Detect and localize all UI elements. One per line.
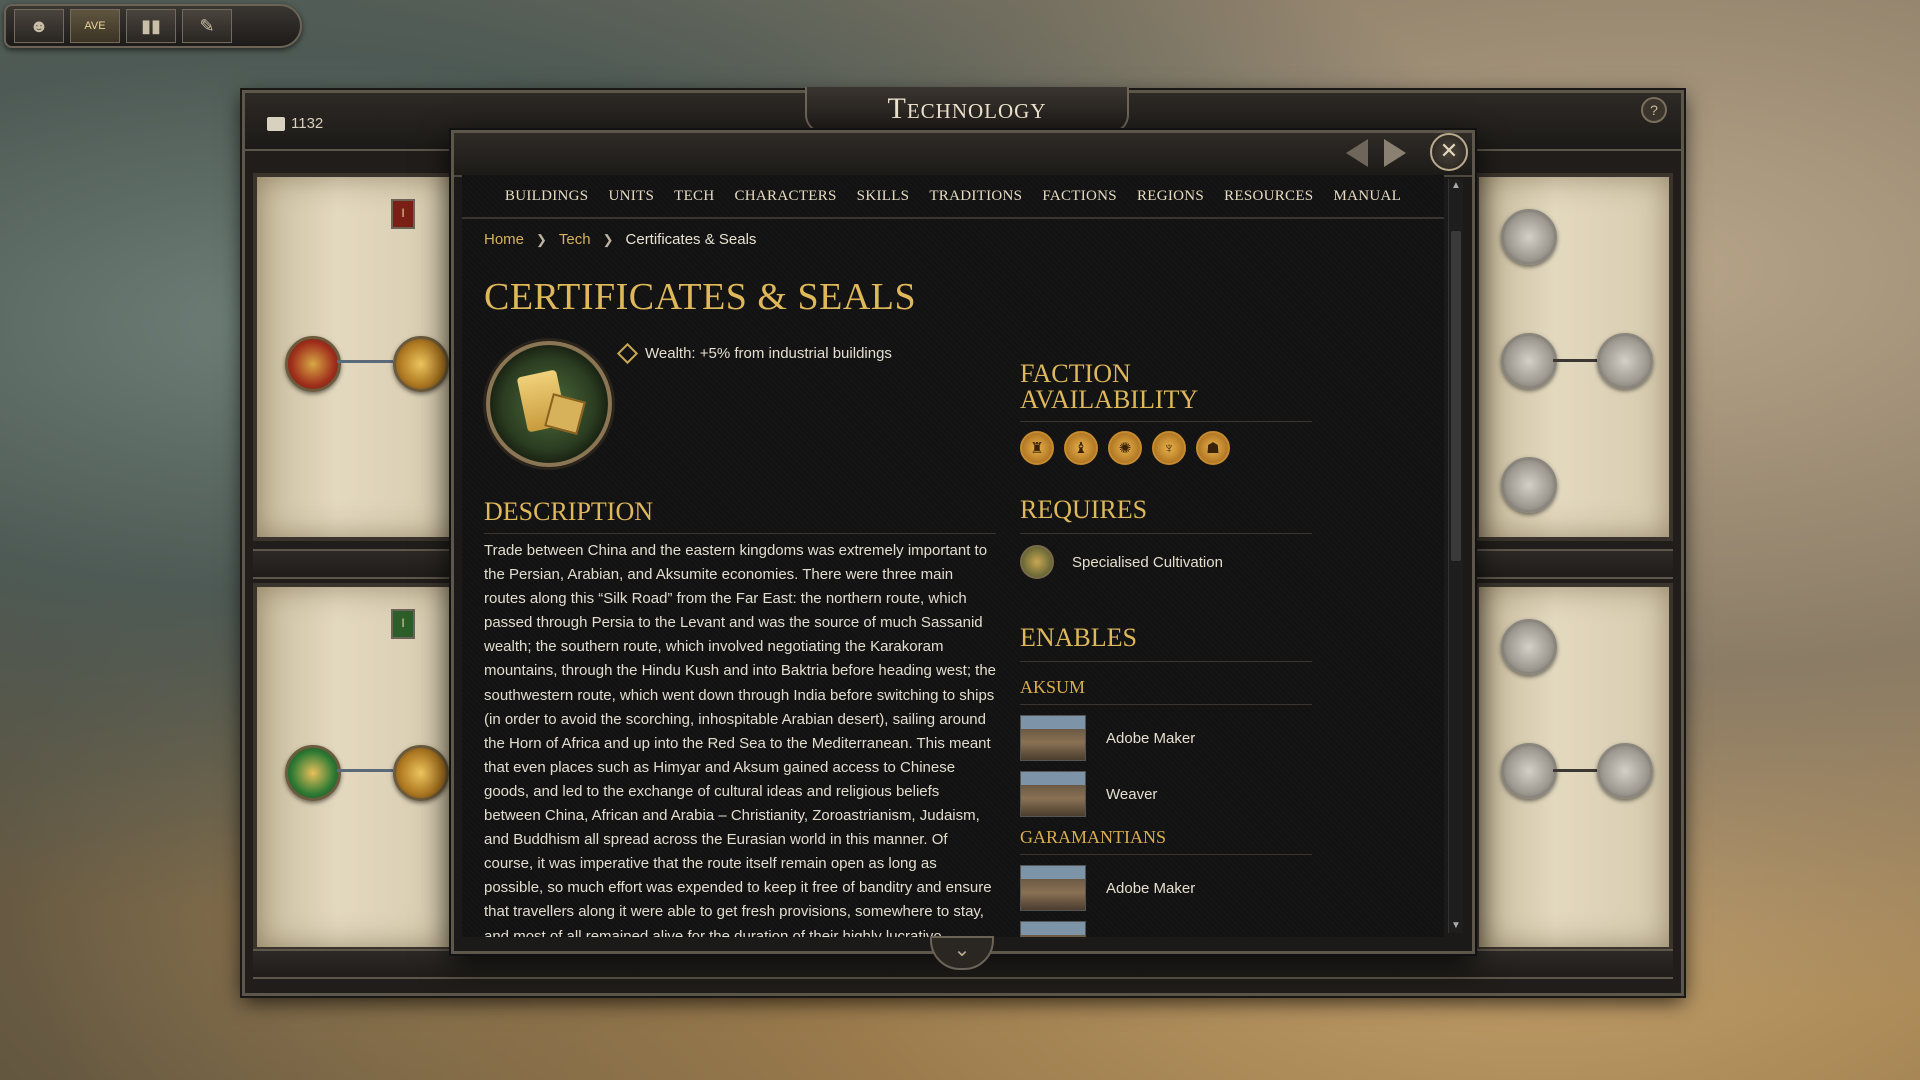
faction-icons: ♜ ♝ ✺ ♆ ☗ — [1020, 431, 1230, 465]
currency-display: 1132 — [267, 115, 323, 132]
tech-node-icon[interactable] — [1501, 209, 1557, 265]
chevron-right-icon: ❯ — [536, 231, 547, 247]
faction-availability-heading: FACTION AVAILABILITY — [1020, 361, 1312, 422]
menu-resources[interactable]: RESOURCES — [1214, 188, 1323, 205]
faction-icon-1[interactable]: ♜ — [1020, 431, 1054, 465]
requires-item[interactable]: Specialised Cultivation — [1020, 545, 1223, 579]
scroll-up-icon[interactable]: ▲ — [1451, 181, 1461, 191]
tech-node-icon[interactable] — [1597, 743, 1653, 799]
menu-manual[interactable]: MANUAL — [1323, 188, 1411, 205]
back-arrow-icon[interactable] — [1346, 139, 1368, 167]
building-label: Adobe Maker — [1106, 729, 1196, 747]
quill-icon[interactable]: ✎ — [182, 9, 232, 43]
scroll-down-icon[interactable]: ▼ — [1451, 921, 1461, 931]
building-thumbnail — [1020, 715, 1086, 761]
tier-marker-green: I — [391, 609, 415, 639]
garamantians-heading: GARAMANTIANS — [1020, 827, 1312, 855]
effect-diamond-icon — [616, 342, 639, 365]
building-item-adobe-maker[interactable]: Adobe Maker — [1020, 865, 1195, 911]
tech-node-icon[interactable] — [285, 336, 341, 392]
encyclopedia-header: ✕ — [454, 133, 1472, 177]
building-thumbnail — [1020, 771, 1086, 817]
tech-node-icon[interactable] — [1597, 333, 1653, 389]
ave-chat-icon[interactable]: AVE — [70, 9, 120, 43]
tech-node-icon[interactable] — [1501, 457, 1557, 513]
menu-factions[interactable]: FACTIONS — [1032, 188, 1127, 205]
tech-node-icon[interactable] — [393, 336, 449, 392]
window-title: Technology — [887, 92, 1047, 125]
specialised-cultivation-icon — [1020, 545, 1054, 579]
effect-text: Wealth: +5% from industrial buildings — [645, 345, 892, 362]
breadcrumb-home[interactable]: Home — [484, 231, 524, 248]
chevron-right-icon: ❯ — [602, 231, 614, 247]
currency-value: 1132 — [291, 115, 324, 132]
building-item-adobe-maker[interactable]: Adobe Maker — [1020, 715, 1195, 761]
menu-characters[interactable]: CHARACTERS — [724, 188, 846, 205]
tech-node-icon[interactable] — [1501, 619, 1557, 675]
currency-icon — [267, 116, 285, 131]
requires-heading: REQUIRES — [1020, 495, 1312, 534]
help-button[interactable]: ? — [1641, 97, 1667, 123]
menu-units[interactable]: UNITS — [598, 188, 664, 205]
faction-icon-4[interactable]: ♆ — [1152, 431, 1186, 465]
tree-connector — [1553, 769, 1597, 772]
window-title-plate: Technology — [805, 87, 1129, 133]
book-icon[interactable]: ▮▮ — [126, 9, 176, 43]
menu-buildings[interactable]: BUILDINGS — [495, 188, 599, 205]
menu-regions[interactable]: REGIONS — [1127, 188, 1214, 205]
description-heading: DESCRIPTION — [484, 497, 996, 534]
menu-tech[interactable]: TECH — [664, 188, 724, 205]
building-item-partial — [1020, 921, 1086, 937]
tech-effect: Wealth: +5% from industrial buildings — [616, 342, 892, 365]
tree-connector — [337, 360, 393, 363]
tech-node-icon[interactable] — [393, 745, 449, 801]
tier-marker-red: I — [391, 199, 415, 229]
building-label: Weaver — [1106, 785, 1158, 803]
tree-connector — [337, 769, 393, 772]
encyclopedia-panel: ✕ BUILDINGS UNITS TECH CHARACTERS SKILLS… — [451, 130, 1475, 954]
aksum-heading: AKSUM — [1020, 677, 1312, 705]
breadcrumb: Home ❯ Tech ❯ Certificates & Seals — [484, 231, 756, 248]
menu-traditions[interactable]: TRADITIONS — [919, 188, 1032, 205]
encyclopedia-menu: BUILDINGS UNITS TECH CHARACTERS SKILLS T… — [462, 175, 1444, 219]
breadcrumb-current: Certificates & Seals — [625, 231, 757, 248]
encyclopedia-content: BUILDINGS UNITS TECH CHARACTERS SKILLS T… — [462, 175, 1444, 937]
tech-node-icon[interactable] — [1501, 333, 1557, 389]
page-title: CERTIFICATES & SEALS — [484, 276, 917, 318]
tech-node-icon[interactable] — [1501, 743, 1557, 799]
requires-label: Specialised Cultivation — [1072, 553, 1223, 571]
seal-icon — [544, 393, 586, 435]
certificates-seals-icon — [486, 341, 612, 467]
faction-icon-5[interactable]: ☗ — [1196, 431, 1230, 465]
building-label: Adobe Maker — [1106, 879, 1196, 897]
scroll-thumb[interactable] — [1451, 231, 1461, 561]
tech-node-icon[interactable] — [285, 745, 341, 801]
forward-arrow-icon[interactable] — [1384, 139, 1406, 167]
portrait-icon[interactable]: ☻ — [14, 9, 64, 43]
building-thumbnail — [1020, 921, 1086, 937]
faction-icon-3[interactable]: ✺ — [1108, 431, 1142, 465]
building-item-weaver[interactable]: Weaver — [1020, 771, 1157, 817]
close-button[interactable]: ✕ — [1430, 133, 1468, 171]
menu-skills[interactable]: SKILLS — [847, 188, 920, 205]
breadcrumb-tech[interactable]: Tech — [559, 231, 591, 248]
scrollbar[interactable]: ▲ ▼ — [1448, 179, 1463, 933]
top-left-hud: ☻ AVE ▮▮ ✎ — [4, 4, 302, 48]
faction-icon-2[interactable]: ♝ — [1064, 431, 1098, 465]
enables-heading: ENABLES — [1020, 623, 1312, 662]
tree-connector — [1553, 359, 1597, 362]
description-text: Trade between China and the eastern king… — [484, 542, 996, 937]
building-thumbnail — [1020, 865, 1086, 911]
